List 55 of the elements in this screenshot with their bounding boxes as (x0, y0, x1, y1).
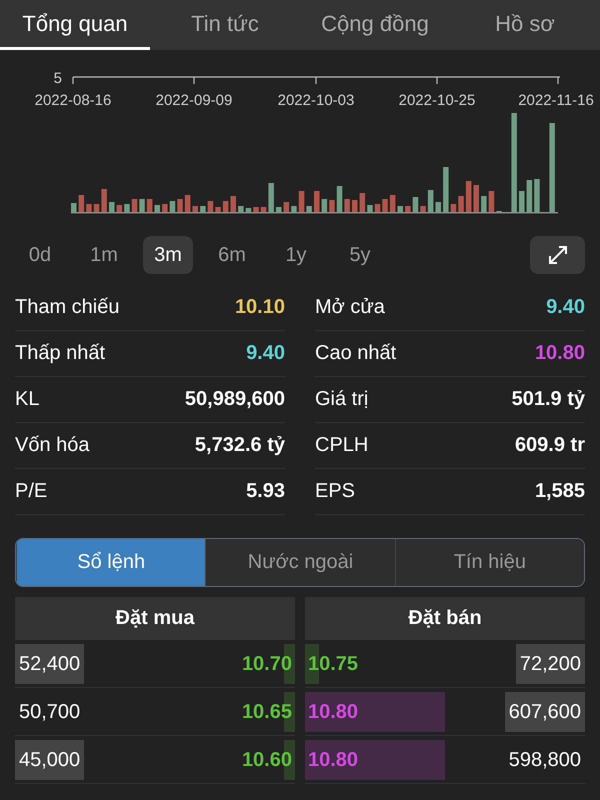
stat-label: Mở cửa (315, 296, 385, 319)
period-tab[interactable]: 6m (207, 236, 257, 274)
volume-cell: 45,000 (15, 740, 84, 780)
price-cell-text: 10.60 (240, 748, 293, 772)
stat-value: 10.80 (534, 342, 585, 365)
stat-value: 609.9 tr (514, 434, 585, 457)
stat-label: CPLH (315, 434, 368, 457)
segment-tab[interactable]: Nước ngoài (205, 539, 395, 586)
period-tab[interactable]: 1m (79, 236, 129, 274)
price-cell-text: 10.65 (240, 700, 293, 724)
price-cell-text: 10.70 (240, 652, 293, 676)
volume-cell: 52,400 (15, 644, 84, 684)
stat-label: Thấp nhất (15, 342, 106, 365)
stat-value: 5,732.6 tỷ (194, 434, 285, 457)
date-label: 2022-10-03 (278, 92, 354, 109)
date-label: 2022-08-16 (34, 92, 112, 109)
expand-icon (546, 244, 568, 266)
price-cell-text: 10.80 (307, 700, 360, 724)
stat-label: Giá trị (315, 388, 368, 411)
date-label: 2022-11-16 (518, 92, 594, 109)
segment-tab[interactable]: Sổ lệnh (16, 539, 206, 586)
volume-cell: 607,600 (504, 692, 585, 732)
volume-cell: 72,200 (516, 644, 585, 684)
axis-label: 5 (54, 70, 62, 87)
period-tab[interactable]: 5y (335, 236, 385, 274)
period-tab[interactable]: 0d (15, 236, 65, 274)
period-tab[interactable]: 3m (143, 236, 193, 274)
column-header: Đặt bán (305, 597, 585, 640)
tab[interactable]: Hồ sơ (450, 0, 600, 50)
stat-label: P/E (15, 480, 48, 503)
column-header: Đặt mua (15, 597, 295, 640)
stat-label: Vốn hóa (15, 434, 90, 457)
stat-value: 5.93 (246, 480, 285, 503)
stat-label: Cao nhất (315, 342, 396, 365)
period-tab[interactable]: 1y (271, 236, 321, 274)
tab[interactable]: Tin tức (150, 0, 300, 50)
date-label: 2022-10-25 (398, 92, 476, 109)
stat-value: 9.40 (246, 342, 285, 365)
expand-button[interactable] (530, 236, 585, 274)
stat-value: 1,585 (534, 480, 585, 503)
volume-cell-text: 598,800 (508, 748, 582, 773)
tab[interactable]: Cộng đồng (300, 0, 450, 50)
stat-label: EPS (315, 480, 356, 503)
stat-value: 9.40 (546, 296, 585, 319)
stat-label: KL (15, 388, 40, 411)
stat-value: 501.9 tỷ (512, 388, 585, 411)
tab[interactable]: Tổng quan (0, 0, 150, 50)
stat-label: Tham chiếu (15, 296, 120, 319)
stat-value: 50,989,600 (184, 388, 285, 411)
price-cell-text: 10.80 (307, 748, 360, 772)
date-label: 2022-09-09 (156, 92, 232, 109)
stat-value: 10.10 (234, 296, 285, 319)
volume-cell-text: 50,700 (18, 700, 82, 725)
price-cell-text: 10.75 (307, 652, 360, 676)
segment-tab[interactable]: Tín hiệu (394, 539, 584, 586)
